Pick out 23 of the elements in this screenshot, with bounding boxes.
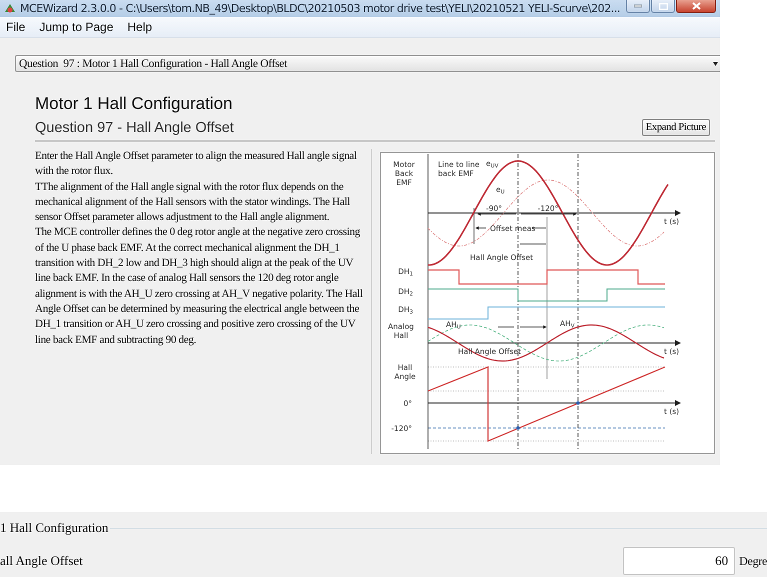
expand-picture-button[interactable]: Expand Picture: [642, 119, 710, 136]
group-title: 1 Hall Configuration: [0, 520, 108, 536]
app-icon: [4, 3, 16, 14]
unit-label: Degre: [739, 554, 767, 568]
close-icon: [692, 2, 700, 10]
page-heading: Motor 1 Hall Configuration: [35, 94, 234, 114]
question-dropdown[interactable]: Question 97 : Motor 1 Hall Configuration - Hall Angle Offset: [15, 55, 720, 72]
description-paragraph: The MCE controller defines the 0 deg rotor angle at the negative zero crossing of the U phase back EMF. At the correct mechanical alignment the DH_1 transition with DH_2 low and DH_3 high should align at the peak of the UV line back EMF. In the case of analog Hall sensors the 120 deg rotor angle alignment is with the AH_U zero crossing at AH_V negative polarity. The Hall Angle Offset can be determined by measuring the electrical angle between the DH_1 transition or AH_U zero crossing and positive zero crossing of the UV line back EMF and subtracting 90 deg.: [35, 225, 364, 348]
angle-offset-field[interactable]: 60: [623, 547, 736, 575]
minimize-button[interactable]: [626, 0, 650, 13]
dropdown-caret-icon: [713, 62, 718, 66]
close-button[interactable]: [676, 0, 716, 13]
window-title: MCEWizard 2.3.0.0 - C:\Users\tom.NB_49\Desktop\BLDC\20210503 motor drive test\YELI\20210521 YELI-Scurve\202...: [20, 2, 620, 15]
maximize-icon: [658, 2, 668, 10]
description-paragraph: TThe alignment of the Hall angle signal with the rotor flux depends on the mechanical alignment of the Hall sensors with the stator windings. The Hall sensor Offset parameter allows adjustment to the Hall angle alignment.: [35, 180, 351, 226]
question-title: Question 97 - Hall Angle Offset: [35, 120, 234, 136]
menu-item[interactable]: Jump to Page: [39, 20, 114, 34]
field-label: all Angle Offset: [0, 553, 83, 569]
description-paragraph: Enter the Hall Angle Offset parameter to align the measured Hall angle signal with the rotor flux.: [35, 149, 358, 180]
menu-item[interactable]: Help: [127, 20, 152, 34]
maximize-button[interactable]: [651, 0, 675, 13]
menu-item[interactable]: File: [6, 20, 26, 34]
minimize-icon: [634, 4, 642, 8]
